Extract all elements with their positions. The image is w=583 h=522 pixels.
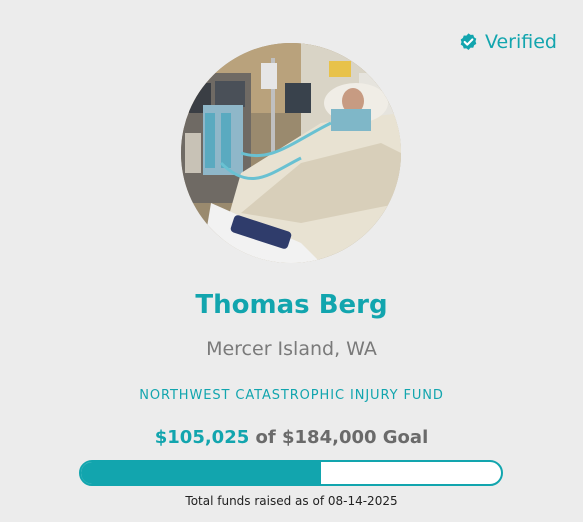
verified-badge: Verified	[458, 31, 557, 53]
funds-raised-summary: $105,025 of $184,000 Goal	[0, 427, 583, 448]
verified-check-badge-icon	[460, 32, 477, 50]
fund-name: NORTHWEST CATASTROPHIC INJURY FUND	[139, 388, 444, 403]
funding-progress-bar	[79, 460, 503, 486]
beneficiary-location: Mercer Island, WA	[206, 338, 377, 360]
profile-photo	[181, 43, 401, 263]
funds-as-of-date: Total funds raised as of 08-14-2025	[185, 494, 398, 508]
verified-label: Verified	[484, 31, 557, 53]
hospital-bed-photo	[181, 43, 401, 263]
goal-amount: of $184,000 Goal	[255, 427, 429, 448]
beneficiary-name: Thomas Berg	[195, 290, 388, 320]
raised-amount: $105,025	[154, 427, 250, 448]
funding-progress-fill	[81, 462, 321, 484]
fundraiser-card: Verified Thomas Berg Mercer Island, WA N…	[0, 0, 583, 522]
